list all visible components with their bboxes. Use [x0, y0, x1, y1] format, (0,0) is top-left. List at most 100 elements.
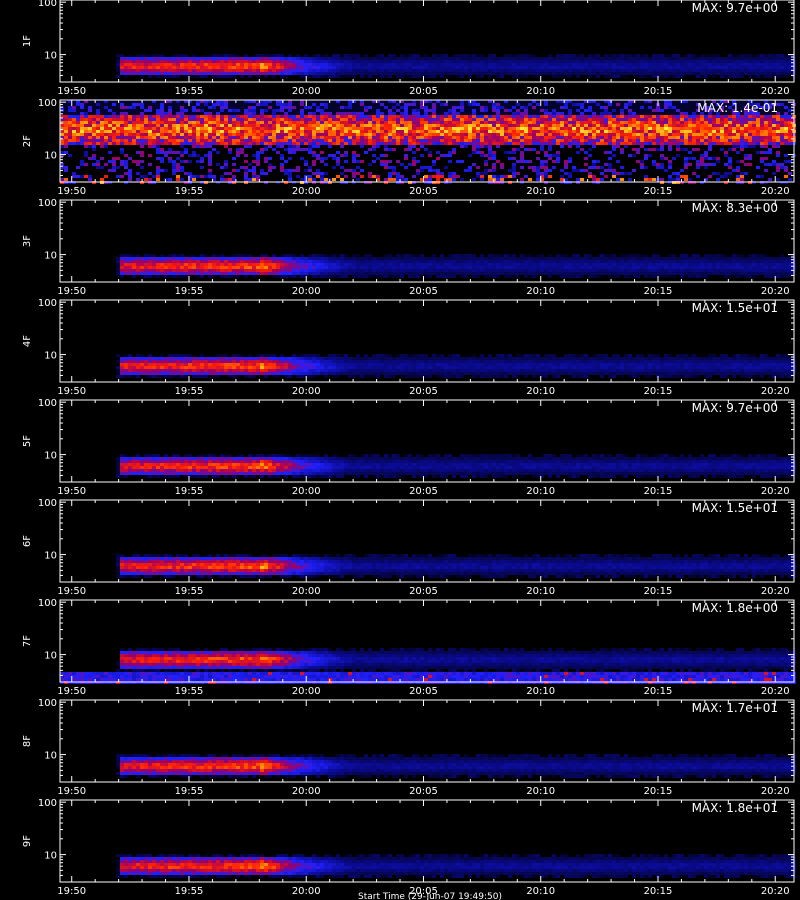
heatmap-cell	[736, 142, 740, 145]
heatmap-cell	[300, 109, 304, 112]
heatmap-cell	[628, 136, 632, 139]
heatmap-cell	[752, 72, 756, 75]
heatmap-cell	[372, 75, 376, 78]
heatmap-cell	[632, 136, 636, 139]
heatmap-cell	[740, 142, 744, 145]
heatmap-cell	[420, 106, 424, 109]
heatmap-cell	[192, 115, 196, 118]
heatmap-cell	[500, 109, 504, 112]
heatmap-cell	[388, 130, 392, 133]
heatmap-cell	[432, 63, 436, 66]
heatmap-cell	[428, 103, 432, 106]
heatmap-cell	[492, 124, 496, 127]
heatmap-cell	[488, 69, 492, 72]
heatmap-cell	[336, 157, 340, 160]
heatmap-cell	[416, 169, 420, 172]
heatmap-cell	[596, 103, 600, 106]
heatmap-cell	[344, 69, 348, 72]
heatmap-cell	[364, 118, 368, 121]
heatmap-cell	[416, 142, 420, 145]
heatmap-cell	[128, 169, 132, 172]
heatmap-cell	[724, 133, 728, 136]
heatmap-cell	[424, 63, 428, 66]
heatmap-cell	[440, 57, 444, 60]
heatmap-cell	[152, 75, 156, 78]
heatmap-cell	[652, 75, 656, 78]
heatmap-cell	[604, 103, 608, 106]
heatmap-cell	[664, 157, 668, 160]
heatmap-cell	[724, 142, 728, 145]
heatmap-cell	[752, 118, 756, 121]
heatmap-cell	[236, 112, 240, 115]
heatmap-cell	[472, 151, 476, 154]
heatmap-cell	[240, 151, 244, 154]
heatmap-cell	[276, 142, 280, 145]
heatmap-cell	[560, 175, 564, 178]
heatmap-cell	[448, 106, 452, 109]
heatmap-cell	[564, 75, 568, 78]
heatmap-cell	[620, 166, 624, 169]
heatmap-cell	[296, 166, 300, 169]
heatmap-cell	[160, 148, 164, 151]
heatmap-cell	[140, 57, 144, 60]
heatmap-cell	[784, 54, 788, 57]
heatmap-cell	[548, 139, 552, 142]
heatmap-cell	[736, 75, 740, 78]
heatmap-cell	[372, 175, 376, 178]
heatmap-cell	[328, 66, 332, 69]
heatmap-cell	[268, 54, 272, 57]
heatmap-cell	[536, 175, 540, 178]
heatmap-cell	[320, 66, 324, 69]
heatmap-cell	[396, 69, 400, 72]
heatmap-cell	[388, 109, 392, 112]
heatmap-cell	[348, 60, 352, 63]
heatmap-cell	[496, 109, 500, 112]
heatmap-cell	[732, 145, 736, 148]
heatmap-cell	[640, 60, 644, 63]
heatmap-cell	[84, 115, 88, 118]
heatmap-cell	[420, 69, 424, 72]
heatmap-cell	[448, 136, 452, 139]
heatmap-cell	[396, 106, 400, 109]
heatmap-cell	[376, 145, 380, 148]
heatmap-cell	[736, 178, 740, 181]
heatmap-cell	[484, 169, 488, 172]
heatmap-cell	[604, 130, 608, 133]
heatmap-cell	[308, 175, 312, 178]
heatmap-cell	[324, 106, 328, 109]
heatmap-cell	[688, 60, 692, 63]
heatmap-cell	[176, 115, 180, 118]
heatmap-cell	[704, 133, 708, 136]
heatmap-cell	[484, 109, 488, 112]
heatmap-cell	[636, 112, 640, 115]
heatmap-cell	[104, 142, 108, 145]
heatmap-cell	[640, 166, 644, 169]
heatmap-cell	[380, 136, 384, 139]
heatmap-cell	[96, 166, 100, 169]
heatmap-cell	[64, 142, 68, 145]
heatmap-cell	[232, 157, 236, 160]
heatmap-cell	[200, 130, 204, 133]
heatmap-cell	[744, 72, 748, 75]
heatmap-cell	[592, 163, 596, 166]
heatmap-cell	[240, 127, 244, 130]
heatmap-cell	[188, 63, 192, 66]
heatmap-cell	[128, 172, 132, 175]
heatmap-cell	[648, 118, 652, 121]
heatmap-cell	[592, 60, 596, 63]
heatmap-cell	[664, 136, 668, 139]
heatmap-cell	[784, 57, 788, 60]
heatmap-cell	[128, 142, 132, 145]
heatmap-cell	[508, 66, 512, 69]
heatmap-cell	[96, 163, 100, 166]
heatmap-cell	[736, 127, 740, 130]
heatmap-cell	[736, 66, 740, 69]
heatmap-cell	[384, 75, 388, 78]
heatmap-cell	[576, 72, 580, 75]
heatmap-cell	[524, 75, 528, 78]
heatmap-cell	[320, 157, 324, 160]
heatmap-cell	[148, 75, 152, 78]
heatmap-cell	[640, 136, 644, 139]
heatmap-cell	[732, 75, 736, 78]
heatmap-cell	[356, 63, 360, 66]
